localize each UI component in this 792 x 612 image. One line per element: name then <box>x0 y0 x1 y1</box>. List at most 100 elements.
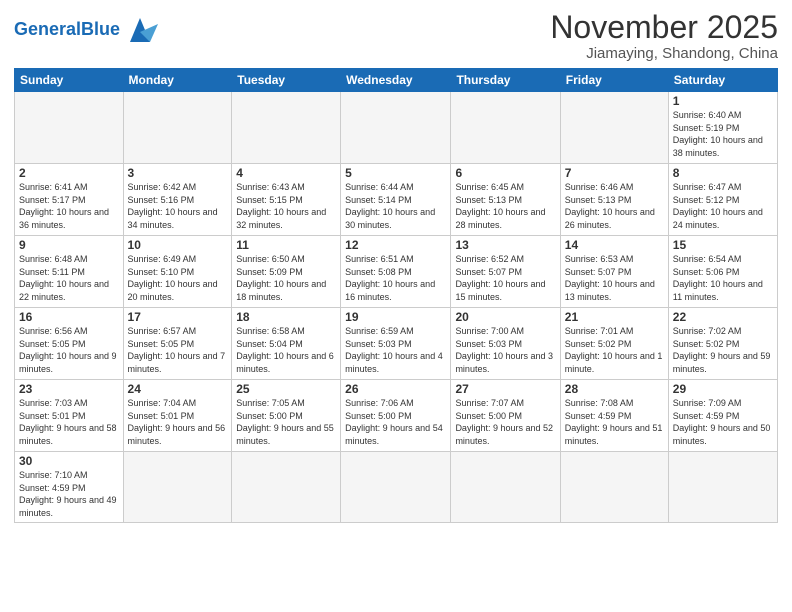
day-info: Sunrise: 7:09 AM Sunset: 4:59 PM Dayligh… <box>673 397 773 447</box>
table-row: 28Sunrise: 7:08 AM Sunset: 4:59 PM Dayli… <box>560 380 668 452</box>
day-number: 2 <box>19 166 119 180</box>
day-info: Sunrise: 7:04 AM Sunset: 5:01 PM Dayligh… <box>128 397 228 447</box>
day-number: 19 <box>345 310 446 324</box>
day-number: 23 <box>19 382 119 396</box>
day-info: Sunrise: 6:59 AM Sunset: 5:03 PM Dayligh… <box>345 325 446 375</box>
table-row <box>232 452 341 522</box>
table-row <box>560 452 668 522</box>
day-info: Sunrise: 6:45 AM Sunset: 5:13 PM Dayligh… <box>455 181 555 231</box>
table-row <box>232 92 341 164</box>
day-number: 29 <box>673 382 773 396</box>
day-number: 6 <box>455 166 555 180</box>
table-row: 26Sunrise: 7:06 AM Sunset: 5:00 PM Dayli… <box>341 380 451 452</box>
day-number: 30 <box>19 454 119 468</box>
logo-general: General <box>14 19 81 39</box>
col-sunday: Sunday <box>15 69 124 92</box>
day-number: 1 <box>673 94 773 108</box>
day-info: Sunrise: 7:07 AM Sunset: 5:00 PM Dayligh… <box>455 397 555 447</box>
day-info: Sunrise: 6:54 AM Sunset: 5:06 PM Dayligh… <box>673 253 773 303</box>
table-row: 18Sunrise: 6:58 AM Sunset: 5:04 PM Dayli… <box>232 308 341 380</box>
day-number: 10 <box>128 238 228 252</box>
day-info: Sunrise: 6:47 AM Sunset: 5:12 PM Dayligh… <box>673 181 773 231</box>
table-row <box>668 452 777 522</box>
day-info: Sunrise: 7:10 AM Sunset: 4:59 PM Dayligh… <box>19 469 119 519</box>
col-wednesday: Wednesday <box>341 69 451 92</box>
day-number: 4 <box>236 166 336 180</box>
day-info: Sunrise: 6:57 AM Sunset: 5:05 PM Dayligh… <box>128 325 228 375</box>
logo: GeneralBlue <box>14 14 158 46</box>
day-number: 21 <box>565 310 664 324</box>
table-row: 3Sunrise: 6:42 AM Sunset: 5:16 PM Daylig… <box>123 164 232 236</box>
table-row: 23Sunrise: 7:03 AM Sunset: 5:01 PM Dayli… <box>15 380 124 452</box>
logo-text: GeneralBlue <box>14 20 120 40</box>
col-friday: Friday <box>560 69 668 92</box>
logo-icon <box>122 14 158 46</box>
day-number: 17 <box>128 310 228 324</box>
table-row: 15Sunrise: 6:54 AM Sunset: 5:06 PM Dayli… <box>668 236 777 308</box>
day-info: Sunrise: 7:01 AM Sunset: 5:02 PM Dayligh… <box>565 325 664 375</box>
table-row: 6Sunrise: 6:45 AM Sunset: 5:13 PM Daylig… <box>451 164 560 236</box>
day-info: Sunrise: 7:06 AM Sunset: 5:00 PM Dayligh… <box>345 397 446 447</box>
day-info: Sunrise: 6:44 AM Sunset: 5:14 PM Dayligh… <box>345 181 446 231</box>
day-number: 24 <box>128 382 228 396</box>
day-number: 16 <box>19 310 119 324</box>
day-number: 26 <box>345 382 446 396</box>
day-info: Sunrise: 7:05 AM Sunset: 5:00 PM Dayligh… <box>236 397 336 447</box>
table-row: 9Sunrise: 6:48 AM Sunset: 5:11 PM Daylig… <box>15 236 124 308</box>
title-block: November 2025 Jiamaying, Shandong, China <box>550 10 778 62</box>
calendar-header-row: Sunday Monday Tuesday Wednesday Thursday… <box>15 69 778 92</box>
day-info: Sunrise: 6:51 AM Sunset: 5:08 PM Dayligh… <box>345 253 446 303</box>
table-row: 22Sunrise: 7:02 AM Sunset: 5:02 PM Dayli… <box>668 308 777 380</box>
day-info: Sunrise: 7:08 AM Sunset: 4:59 PM Dayligh… <box>565 397 664 447</box>
day-number: 22 <box>673 310 773 324</box>
col-tuesday: Tuesday <box>232 69 341 92</box>
table-row: 11Sunrise: 6:50 AM Sunset: 5:09 PM Dayli… <box>232 236 341 308</box>
table-row: 14Sunrise: 6:53 AM Sunset: 5:07 PM Dayli… <box>560 236 668 308</box>
day-info: Sunrise: 7:02 AM Sunset: 5:02 PM Dayligh… <box>673 325 773 375</box>
table-row <box>341 452 451 522</box>
table-row <box>451 452 560 522</box>
day-number: 13 <box>455 238 555 252</box>
day-info: Sunrise: 6:46 AM Sunset: 5:13 PM Dayligh… <box>565 181 664 231</box>
month-title: November 2025 <box>550 10 778 45</box>
logo-blue: Blue <box>81 19 120 39</box>
page: GeneralBlue November 2025 Jiamaying, Sha… <box>0 0 792 612</box>
table-row: 24Sunrise: 7:04 AM Sunset: 5:01 PM Dayli… <box>123 380 232 452</box>
col-thursday: Thursday <box>451 69 560 92</box>
day-info: Sunrise: 6:56 AM Sunset: 5:05 PM Dayligh… <box>19 325 119 375</box>
day-info: Sunrise: 7:03 AM Sunset: 5:01 PM Dayligh… <box>19 397 119 447</box>
day-info: Sunrise: 6:53 AM Sunset: 5:07 PM Dayligh… <box>565 253 664 303</box>
location: Jiamaying, Shandong, China <box>550 45 778 62</box>
table-row: 27Sunrise: 7:07 AM Sunset: 5:00 PM Dayli… <box>451 380 560 452</box>
table-row: 16Sunrise: 6:56 AM Sunset: 5:05 PM Dayli… <box>15 308 124 380</box>
header: GeneralBlue November 2025 Jiamaying, Sha… <box>14 10 778 62</box>
table-row: 10Sunrise: 6:49 AM Sunset: 5:10 PM Dayli… <box>123 236 232 308</box>
day-info: Sunrise: 6:50 AM Sunset: 5:09 PM Dayligh… <box>236 253 336 303</box>
day-info: Sunrise: 6:48 AM Sunset: 5:11 PM Dayligh… <box>19 253 119 303</box>
day-info: Sunrise: 6:42 AM Sunset: 5:16 PM Dayligh… <box>128 181 228 231</box>
table-row: 8Sunrise: 6:47 AM Sunset: 5:12 PM Daylig… <box>668 164 777 236</box>
day-number: 7 <box>565 166 664 180</box>
day-number: 5 <box>345 166 446 180</box>
table-row: 7Sunrise: 6:46 AM Sunset: 5:13 PM Daylig… <box>560 164 668 236</box>
day-number: 12 <box>345 238 446 252</box>
table-row <box>15 92 124 164</box>
table-row: 5Sunrise: 6:44 AM Sunset: 5:14 PM Daylig… <box>341 164 451 236</box>
day-info: Sunrise: 6:58 AM Sunset: 5:04 PM Dayligh… <box>236 325 336 375</box>
day-number: 3 <box>128 166 228 180</box>
table-row: 20Sunrise: 7:00 AM Sunset: 5:03 PM Dayli… <box>451 308 560 380</box>
table-row: 1Sunrise: 6:40 AM Sunset: 5:19 PM Daylig… <box>668 92 777 164</box>
day-info: Sunrise: 7:00 AM Sunset: 5:03 PM Dayligh… <box>455 325 555 375</box>
day-info: Sunrise: 6:52 AM Sunset: 5:07 PM Dayligh… <box>455 253 555 303</box>
table-row: 21Sunrise: 7:01 AM Sunset: 5:02 PM Dayli… <box>560 308 668 380</box>
day-number: 28 <box>565 382 664 396</box>
day-number: 8 <box>673 166 773 180</box>
day-number: 27 <box>455 382 555 396</box>
col-saturday: Saturday <box>668 69 777 92</box>
col-monday: Monday <box>123 69 232 92</box>
day-number: 14 <box>565 238 664 252</box>
table-row: 25Sunrise: 7:05 AM Sunset: 5:00 PM Dayli… <box>232 380 341 452</box>
day-number: 18 <box>236 310 336 324</box>
table-row <box>123 452 232 522</box>
day-number: 11 <box>236 238 336 252</box>
